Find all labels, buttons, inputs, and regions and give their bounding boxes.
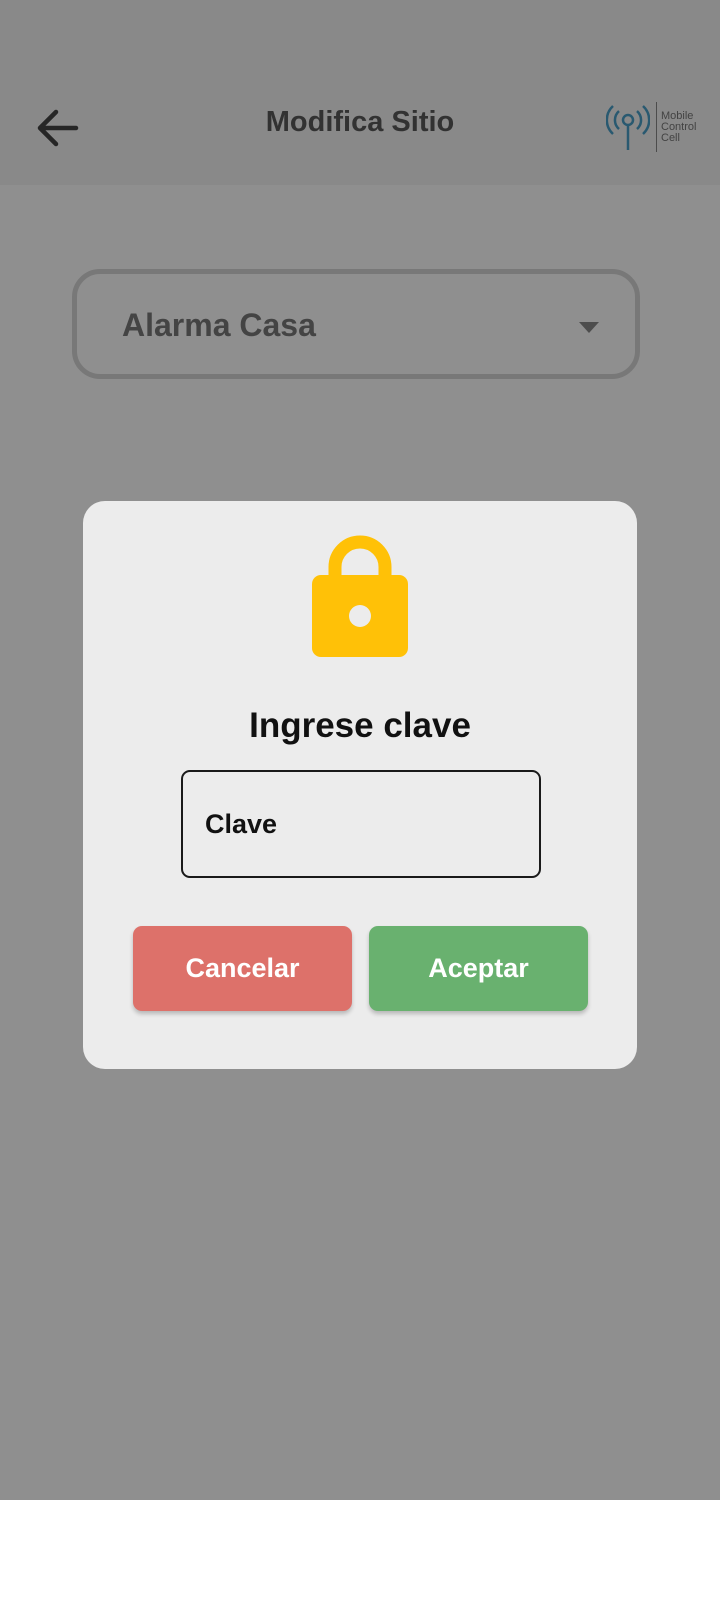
accept-button[interactable]: Aceptar bbox=[369, 926, 588, 1011]
dialog-title: Ingrese clave bbox=[249, 706, 471, 745]
modal-overlay[interactable]: Ingrese clave Cancelar Aceptar bbox=[0, 0, 720, 1500]
password-dialog: Ingrese clave Cancelar Aceptar bbox=[83, 501, 637, 1069]
bottom-blank-area bbox=[0, 1500, 720, 1600]
lock-icon bbox=[312, 535, 408, 657]
password-input[interactable] bbox=[181, 770, 541, 878]
cancel-button[interactable]: Cancelar bbox=[133, 926, 352, 1011]
